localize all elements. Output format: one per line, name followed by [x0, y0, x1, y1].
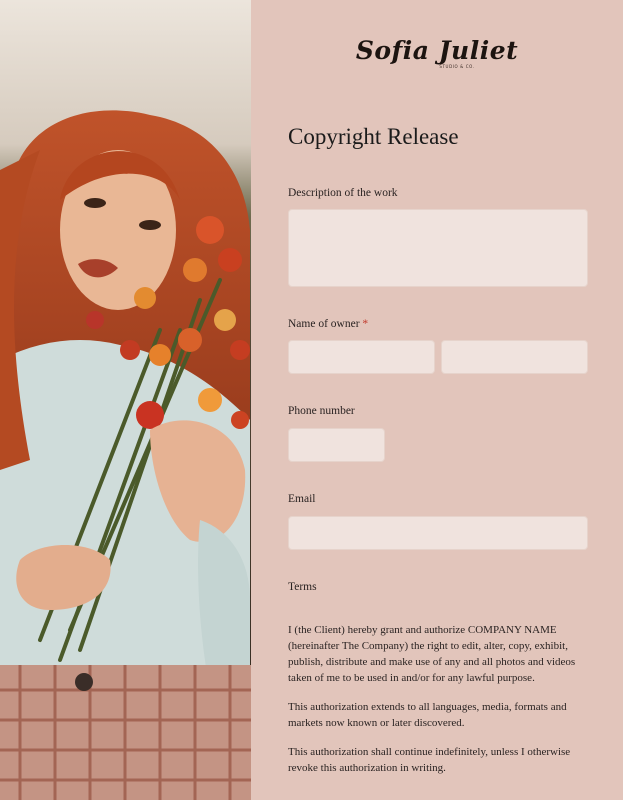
owner-first-name-input[interactable]: [288, 340, 435, 374]
form-panel: Sofia Juliet STUDIO & CO. Copyright Rele…: [251, 0, 623, 800]
owner-label: Name of owner *: [288, 318, 368, 330]
owner-label-text: Name of owner: [288, 318, 360, 330]
terms-paragraph: This authorization extends to all langua…: [288, 701, 567, 729]
terms-paragraph: This authorization shall continue indefi…: [288, 746, 571, 774]
brand-name: Sofia Juliet: [355, 36, 519, 65]
brand-logo: Sofia Juliet STUDIO & CO.: [251, 38, 623, 70]
description-label: Description of the work: [288, 187, 398, 199]
hero-photo: [0, 0, 251, 800]
email-label: Email: [288, 493, 316, 505]
phone-label: Phone number: [288, 405, 355, 417]
phone-input[interactable]: [288, 428, 385, 462]
owner-last-name-input[interactable]: [441, 340, 588, 374]
description-textarea[interactable]: [288, 209, 588, 287]
required-mark: *: [362, 318, 369, 330]
email-input[interactable]: [288, 516, 588, 550]
terms-text: I (the Client) hereby grant and authoriz…: [288, 622, 588, 789]
page-title: Copyright Release: [288, 124, 459, 149]
terms-label: Terms: [288, 581, 317, 593]
brand-tagline: STUDIO & CO.: [439, 64, 475, 69]
terms-paragraph: I (the Client) hereby grant and authoriz…: [288, 624, 576, 684]
